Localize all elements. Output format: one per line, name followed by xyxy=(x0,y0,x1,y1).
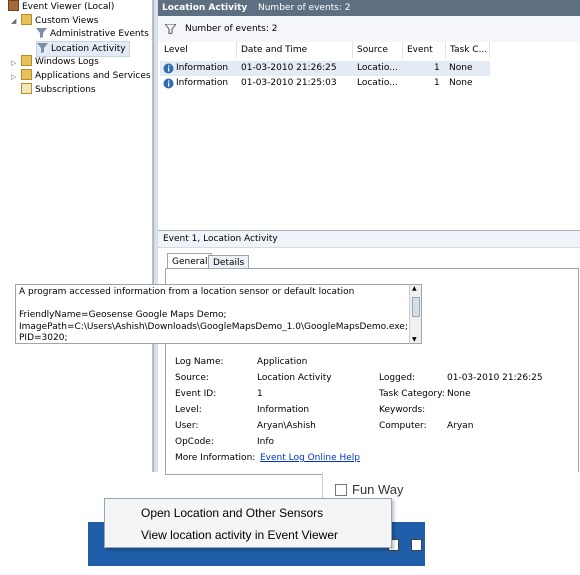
cell-event-id: 1 xyxy=(434,78,440,88)
filter-bar: Number of events: 2 xyxy=(158,16,580,43)
cell-event-id: 1 xyxy=(434,63,440,73)
column-header-date[interactable]: Date and Time xyxy=(237,42,353,58)
tree-item-custom-views[interactable]: Custom Views xyxy=(21,14,98,28)
prop-computer-value: Aryan xyxy=(447,421,474,431)
cell-level: Information xyxy=(176,78,229,88)
message-line: PID=3020; xyxy=(19,333,68,343)
prop-user-value: Aryan\Ashish xyxy=(257,421,316,431)
events-grid: Level Date and Time Source Event ID Task… xyxy=(158,42,580,230)
tree-item-event-viewer[interactable]: Event Viewer (Local) xyxy=(8,0,114,14)
filter-icon xyxy=(163,23,178,37)
cell-date: 01-03-2010 21:25:03 xyxy=(241,78,337,88)
event-viewer-icon xyxy=(8,0,19,11)
prop-more-info-label: More Information: xyxy=(175,453,256,463)
message-text: A program accessed information from a lo… xyxy=(19,287,408,343)
table-row[interactable]: Information 01-03-2010 21:25:03 Locatio.… xyxy=(160,76,490,91)
pane-header: Location Activity Number of events: 2 xyxy=(158,0,580,16)
filter-text: Number of events: 2 xyxy=(185,24,278,34)
prop-computer-label: Computer: xyxy=(379,421,427,431)
scroll-up-icon[interactable]: ▲ xyxy=(412,285,417,292)
cell-source: Locatio... xyxy=(357,78,398,88)
message-scrollbar[interactable]: ▲ ▼ xyxy=(409,285,421,343)
event-detail-pane: Event 1, Location Activity General Detai… xyxy=(158,230,580,475)
navigation-tree: Event Viewer (Local) ◢ Custom Views Admi… xyxy=(0,0,164,472)
message-line: A program accessed information from a lo… xyxy=(19,287,355,297)
prop-opcode-label: OpCode: xyxy=(175,437,214,447)
prop-user-label: User: xyxy=(175,421,199,431)
collapsed-arrow-icon[interactable]: ▷ xyxy=(11,59,16,67)
menu-item-open-location-sensors[interactable]: Open Location and Other Sensors xyxy=(141,506,323,520)
scroll-thumb[interactable] xyxy=(412,297,420,317)
column-header-level[interactable]: Level xyxy=(160,42,237,58)
prop-keywords-label: Keywords: xyxy=(379,405,426,415)
fun-way-label: Fun Way xyxy=(352,482,404,497)
cell-source: Locatio... xyxy=(357,63,398,73)
fun-way-checkbox[interactable] xyxy=(335,484,347,496)
prop-logged-value: 01-03-2010 21:26:25 xyxy=(447,373,543,383)
collapsed-arrow-icon[interactable]: ▷ xyxy=(11,73,16,81)
event-message-box[interactable]: A program accessed information from a lo… xyxy=(15,284,422,344)
filter-icon xyxy=(37,42,48,53)
expanded-arrow-icon[interactable]: ◢ xyxy=(11,17,16,25)
scroll-down-icon[interactable]: ▼ xyxy=(412,336,417,343)
detail-title: Event 1, Location Activity xyxy=(158,231,580,248)
message-line: ImagePath=C:\Users\Ashish\Downloads\Goog… xyxy=(19,321,408,332)
pane-event-count: Number of events: 2 xyxy=(258,3,351,13)
prop-log-name-label: Log Name: xyxy=(175,357,224,367)
pane-title: Location Activity xyxy=(162,3,248,13)
prop-event-id-value: 1 xyxy=(257,389,263,399)
background-window: Fun Way xyxy=(322,472,580,498)
prop-opcode-value: Info xyxy=(257,437,275,447)
subscriptions-icon xyxy=(21,83,32,94)
folder-icon xyxy=(21,14,32,25)
tree-item-administrative-events[interactable]: Administrative Events xyxy=(36,27,149,41)
cell-date: 01-03-2010 21:26:25 xyxy=(241,63,337,73)
log-folder-icon xyxy=(21,55,32,66)
menu-item-view-location-activity[interactable]: View location activity in Event Viewer xyxy=(141,528,338,542)
column-header-task[interactable]: Task C... xyxy=(446,42,490,58)
tree-item-windows-logs[interactable]: Windows Logs xyxy=(21,55,99,69)
cell-level: Information xyxy=(176,63,229,73)
prop-event-id-label: Event ID: xyxy=(175,389,217,399)
cell-task: None xyxy=(449,78,473,88)
prop-task-value: None xyxy=(447,389,471,399)
log-folder-icon xyxy=(21,69,32,80)
filter-icon xyxy=(36,27,47,38)
prop-task-label: Task Category: xyxy=(379,389,445,399)
prop-level-label: Level: xyxy=(175,405,202,415)
info-icon xyxy=(163,78,174,95)
tree-item-applications-services[interactable]: Applications and Services Lo xyxy=(21,69,164,83)
event-log-help-link[interactable]: Event Log Online Help xyxy=(260,453,360,463)
cell-task: None xyxy=(449,63,473,73)
prop-logged-label: Logged: xyxy=(379,373,416,383)
table-row[interactable]: Information 01-03-2010 21:26:25 Locatio.… xyxy=(160,61,490,76)
tree-item-subscriptions[interactable]: Subscriptions xyxy=(21,83,96,97)
tray-context-menu: Open Location and Other Sensors View loc… xyxy=(104,498,392,548)
column-header-event-id[interactable]: Event ID xyxy=(403,42,446,71)
tray-flag-icon[interactable] xyxy=(411,539,422,551)
prop-source-label: Source: xyxy=(175,373,209,383)
prop-log-name-value: Application xyxy=(257,357,308,367)
message-line: FriendlyName=Geosense Google Maps Demo; xyxy=(19,310,227,320)
prop-level-value: Information xyxy=(257,405,310,415)
column-header-source[interactable]: Source xyxy=(353,42,403,58)
message-line xyxy=(19,299,408,311)
prop-source-value: Location Activity xyxy=(257,373,332,383)
